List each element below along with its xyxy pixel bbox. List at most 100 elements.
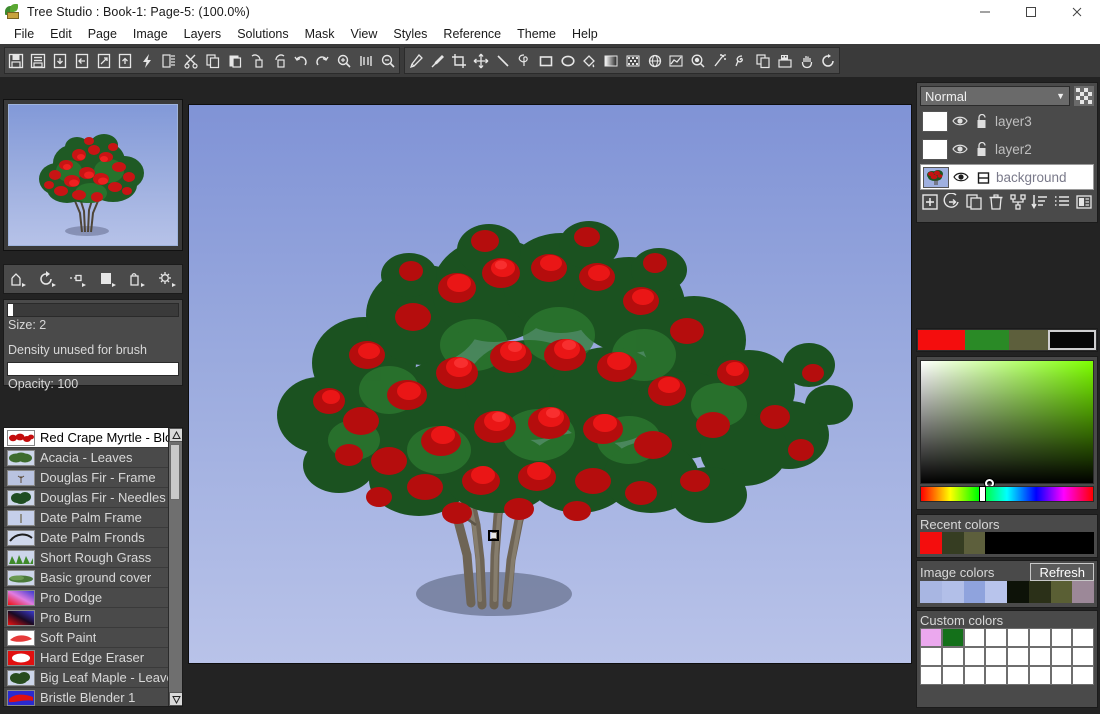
hand-icon[interactable] <box>796 49 818 73</box>
recent-color-swatch[interactable] <box>1028 532 1051 554</box>
brush-list-item[interactable]: Red Crape Myrtle - Blo <box>4 428 168 448</box>
custom-color-swatch[interactable] <box>1072 666 1094 685</box>
ellipse-icon[interactable] <box>557 49 579 73</box>
menu-theme[interactable]: Theme <box>509 25 564 43</box>
page-export-icon[interactable] <box>93 49 115 73</box>
page-preview-thumbnail[interactable] <box>8 104 178 246</box>
image-color-swatch[interactable] <box>1007 581 1029 603</box>
custom-color-swatch[interactable] <box>920 628 942 647</box>
eye-icon[interactable] <box>949 171 973 183</box>
rotate-tool-icon[interactable] <box>35 267 61 291</box>
image-color-swatch[interactable] <box>941 581 964 603</box>
rectangle-icon[interactable] <box>535 49 557 73</box>
menu-layers[interactable]: Layers <box>176 25 230 43</box>
transparency-checker-icon[interactable] <box>1074 86 1094 106</box>
image-canvas[interactable] <box>188 104 912 664</box>
custom-color-swatch[interactable] <box>1028 628 1051 647</box>
image-color-swatch[interactable] <box>985 581 1007 603</box>
custom-color-swatch[interactable] <box>1050 666 1073 685</box>
brush-list-scrollbar[interactable] <box>168 428 182 706</box>
book-pages-icon[interactable] <box>158 49 180 73</box>
save-icon[interactable] <box>5 49 27 73</box>
menu-view[interactable]: View <box>343 25 386 43</box>
menu-edit[interactable]: Edit <box>42 25 80 43</box>
flip-horizontal-icon[interactable] <box>246 49 268 73</box>
chart-icon[interactable] <box>665 49 687 73</box>
recent-color-swatch[interactable] <box>1050 532 1073 554</box>
recent-color-swatch[interactable] <box>920 532 942 554</box>
image-color-swatch[interactable] <box>1072 581 1094 603</box>
eye-icon[interactable] <box>948 115 972 127</box>
recent-color-swatch[interactable] <box>963 532 986 554</box>
custom-color-swatch[interactable] <box>941 647 964 666</box>
custom-color-swatch[interactable] <box>1050 628 1073 647</box>
transform-tool-icon[interactable] <box>6 267 32 291</box>
page-down-icon[interactable] <box>49 49 71 73</box>
zoom-out-icon[interactable] <box>377 49 399 73</box>
lasso-icon[interactable] <box>514 49 536 73</box>
blend-mode-select[interactable]: Normal ▼ <box>920 86 1070 106</box>
custom-color-swatch[interactable] <box>1050 647 1073 666</box>
close-button[interactable] <box>1054 0 1100 24</box>
custom-color-swatch[interactable] <box>1007 666 1029 685</box>
layer-row[interactable]: layer2 <box>920 136 1094 162</box>
custom-color-swatch[interactable] <box>1007 647 1029 666</box>
minimize-button[interactable] <box>962 0 1008 24</box>
gradient-icon[interactable] <box>600 49 622 73</box>
custom-color-swatch[interactable] <box>941 666 964 685</box>
image-color-swatch[interactable] <box>1028 581 1051 603</box>
duplicate-layer-icon[interactable] <box>965 193 983 214</box>
page-tool-icon[interactable] <box>95 267 121 291</box>
swatch-0[interactable] <box>918 330 965 350</box>
brush-list-item[interactable]: Date Palm Fronds <box>4 528 168 548</box>
hue-slider[interactable] <box>920 486 1094 502</box>
custom-color-swatch[interactable] <box>985 647 1007 666</box>
layer-row[interactable]: layer3 <box>920 108 1094 134</box>
node-tool-icon[interactable] <box>65 267 91 291</box>
clone-icon[interactable] <box>752 49 774 73</box>
menu-styles[interactable]: Styles <box>385 25 435 43</box>
copy-icon[interactable] <box>202 49 224 73</box>
menu-solutions[interactable]: Solutions <box>229 25 296 43</box>
opacity-slider[interactable] <box>7 362 179 376</box>
custom-color-swatch[interactable] <box>963 647 986 666</box>
menu-file[interactable]: File <box>6 25 42 43</box>
recent-color-swatch[interactable] <box>985 532 1007 554</box>
cut-scissors-icon[interactable] <box>180 49 202 73</box>
page-up-icon[interactable] <box>114 49 136 73</box>
brush-list-item[interactable]: Douglas Fir - Needles <box>4 488 168 508</box>
redo-icon[interactable] <box>311 49 333 73</box>
brush-list-item[interactable]: Hard Edge Eraser <box>4 648 168 668</box>
stamp-icon[interactable] <box>774 49 796 73</box>
custom-color-swatch[interactable] <box>1028 666 1051 685</box>
custom-color-swatch[interactable] <box>985 628 1007 647</box>
layer-row[interactable]: background <box>920 164 1094 190</box>
swatch-1[interactable] <box>964 330 1009 350</box>
menu-page[interactable]: Page <box>80 25 125 43</box>
image-color-swatch[interactable] <box>1050 581 1073 603</box>
unlock-icon[interactable] <box>972 113 992 129</box>
add-layer-icon[interactable] <box>921 193 939 214</box>
merge-layer-icon[interactable] <box>1009 193 1027 214</box>
brush-list-item[interactable]: Soft Paint <box>4 628 168 648</box>
settings-tool-icon[interactable] <box>154 267 180 291</box>
save-all-icon[interactable] <box>27 49 49 73</box>
custom-color-swatch[interactable] <box>985 666 1007 685</box>
recent-color-swatch[interactable] <box>1072 532 1094 554</box>
layer-properties-icon[interactable] <box>1075 193 1093 214</box>
menu-reference[interactable]: Reference <box>435 25 509 43</box>
fill-bucket-icon[interactable] <box>579 49 601 73</box>
smudge-icon[interactable] <box>731 49 753 73</box>
brush-list[interactable]: Red Crape Myrtle - Blo Acacia - Leaves Dou… <box>3 427 183 707</box>
spray-tool-icon[interactable] <box>124 267 150 291</box>
spray-sphere-icon[interactable] <box>687 49 709 73</box>
custom-color-swatch[interactable] <box>963 628 986 647</box>
move-icon[interactable] <box>470 49 492 73</box>
custom-color-swatch[interactable] <box>1072 647 1094 666</box>
brush-list-item[interactable]: Pro Dodge <box>4 588 168 608</box>
saturation-value-field[interactable] <box>920 360 1094 489</box>
image-color-swatch[interactable] <box>963 581 986 603</box>
swatch-3-active[interactable] <box>1048 330 1096 350</box>
scroll-up-arrow[interactable] <box>169 428 182 442</box>
menu-image[interactable]: Image <box>125 25 176 43</box>
